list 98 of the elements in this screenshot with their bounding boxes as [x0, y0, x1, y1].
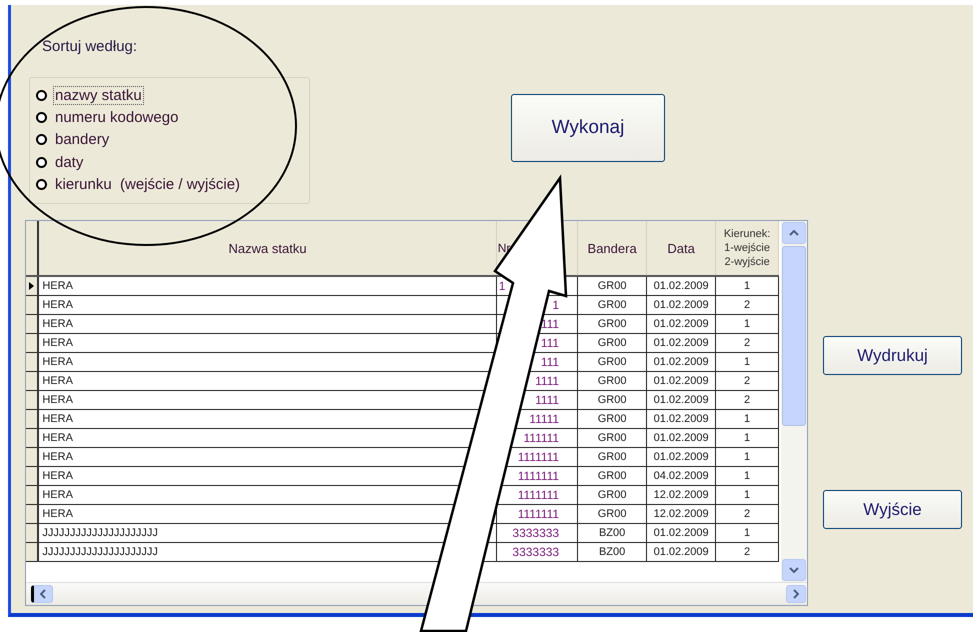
- radio-label[interactable]: kierunku (wejście / wyjście): [53, 174, 242, 194]
- table-cell: GR00: [578, 428, 647, 448]
- table-cell: GR00: [578, 314, 647, 334]
- table-cell: 01.02.2009: [646, 296, 716, 314]
- table-cell: 12.02.2009: [646, 504, 716, 524]
- table-cell: GR00: [578, 334, 647, 352]
- table-cell: GR00: [578, 352, 647, 372]
- row-header[interactable]: [26, 448, 38, 466]
- radio-label[interactable]: nazwy statku: [53, 86, 144, 105]
- table-cell: 2: [716, 334, 778, 352]
- table-cell: 04.02.2009: [646, 466, 716, 486]
- caret-up-icon: [789, 230, 799, 236]
- row-header[interactable]: [26, 504, 38, 524]
- row-header[interactable]: [26, 466, 38, 486]
- row-header[interactable]: [26, 296, 38, 314]
- table-cell: 01.02.2009: [646, 334, 716, 352]
- scroll-right-button[interactable]: [786, 585, 806, 603]
- table-cell: 1111111: [496, 504, 578, 524]
- table-cell: GR00: [578, 276, 647, 296]
- row-header[interactable]: [26, 334, 38, 352]
- table-cell: 3333333: [496, 524, 578, 542]
- table-cell: 01.02.2009: [646, 448, 716, 466]
- table-cell: 01.02.2009: [646, 410, 716, 428]
- print-button[interactable]: Wydrukuj: [823, 336, 962, 375]
- table-cell: HERA: [38, 276, 496, 296]
- table-cell: 1: [716, 276, 778, 296]
- radio-button[interactable]: [36, 112, 47, 123]
- row-header[interactable]: [26, 486, 38, 504]
- table-cell: 2: [716, 390, 778, 410]
- scroll-left-button[interactable]: [31, 585, 53, 603]
- row-header[interactable]: [26, 542, 38, 562]
- table-cell: 1: [716, 524, 778, 542]
- row-header[interactable]: [26, 390, 38, 410]
- caret-left-icon: [40, 589, 46, 599]
- table-cell: 2: [716, 504, 778, 524]
- table-cell: 01.02.2009: [646, 390, 716, 410]
- table-cell: 01.02.2009: [646, 276, 716, 296]
- row-header[interactable]: [26, 314, 38, 334]
- caret-down-icon: [789, 567, 799, 573]
- run-button[interactable]: Wykonaj: [511, 94, 665, 162]
- table-cell: 1: [716, 466, 778, 486]
- scroll-thumb[interactable]: [782, 246, 806, 426]
- column-header[interactable]: Nr: [498, 241, 510, 255]
- table-cell: 01.02.2009: [646, 428, 716, 448]
- table-cell: GR00: [578, 504, 647, 524]
- caret-right-icon: [793, 589, 799, 599]
- row-header[interactable]: [26, 410, 38, 428]
- table-cell: GR00: [578, 296, 647, 314]
- column-header[interactable]: Nazwa statku: [228, 240, 307, 256]
- radio-button[interactable]: [36, 134, 47, 146]
- table-cell: BZ00: [578, 542, 647, 562]
- column-header[interactable]: Data: [667, 240, 695, 256]
- table-cell: 2: [716, 372, 778, 390]
- table-cell: 1: [716, 314, 778, 334]
- row-header[interactable]: [26, 352, 38, 372]
- table-cell: 2: [716, 296, 778, 314]
- table-cell: 12.02.2009: [646, 486, 716, 504]
- scroll-down-button[interactable]: [782, 559, 806, 581]
- radio-label[interactable]: bandery: [53, 130, 112, 150]
- scroll-up-button[interactable]: [782, 222, 806, 244]
- radio-button[interactable]: [36, 90, 47, 101]
- table-cell: GR00: [578, 466, 647, 486]
- sort-label: Sortuj według:: [42, 38, 138, 57]
- table-cell: 01.02.2009: [646, 314, 716, 334]
- table-cell: BZ00: [578, 524, 647, 542]
- radio-label[interactable]: numeru kodowego: [53, 108, 180, 127]
- vertical-scrollbar[interactable]: [781, 221, 807, 582]
- table-cell: HERA: [38, 296, 496, 314]
- column-header[interactable]: Bandera: [588, 240, 637, 256]
- exit-button[interactable]: Wyjście: [823, 490, 962, 529]
- radio-button[interactable]: [36, 156, 47, 168]
- row-header[interactable]: [26, 372, 38, 390]
- radio-button[interactable]: [36, 178, 47, 190]
- table-cell: 01.02.2009: [646, 542, 716, 562]
- radio-label[interactable]: daty: [53, 152, 86, 172]
- table-cell: 01.02.2009: [646, 372, 716, 390]
- table-cell: GR00: [578, 390, 647, 410]
- row-header[interactable]: [26, 276, 38, 296]
- table-cell: 01.02.2009: [646, 352, 716, 372]
- table-cell: 1: [716, 410, 778, 428]
- table-cell: GR00: [578, 486, 647, 504]
- horizontal-scrollbar[interactable]: [26, 582, 807, 605]
- table-cell: GR00: [578, 372, 647, 390]
- table-cell: 1: [716, 352, 778, 372]
- row-header[interactable]: [26, 524, 38, 542]
- table-cell: 2: [716, 542, 778, 562]
- column-header[interactable]: Kierunek: 1-wejście 2-wyjście: [724, 227, 770, 269]
- table-cell: 1: [716, 428, 778, 448]
- table-cell: 01.02.2009: [646, 524, 716, 542]
- table-cell: HERA: [38, 314, 496, 334]
- current-row-icon: [29, 282, 34, 290]
- table-cell: GR00: [578, 448, 647, 466]
- table-cell: HERA: [38, 334, 496, 352]
- table-cell: 1: [716, 486, 778, 504]
- table-cell: 1: [716, 448, 778, 466]
- table-cell: 3333333: [496, 542, 578, 562]
- table-cell: GR00: [578, 410, 647, 428]
- row-header[interactable]: [26, 428, 38, 448]
